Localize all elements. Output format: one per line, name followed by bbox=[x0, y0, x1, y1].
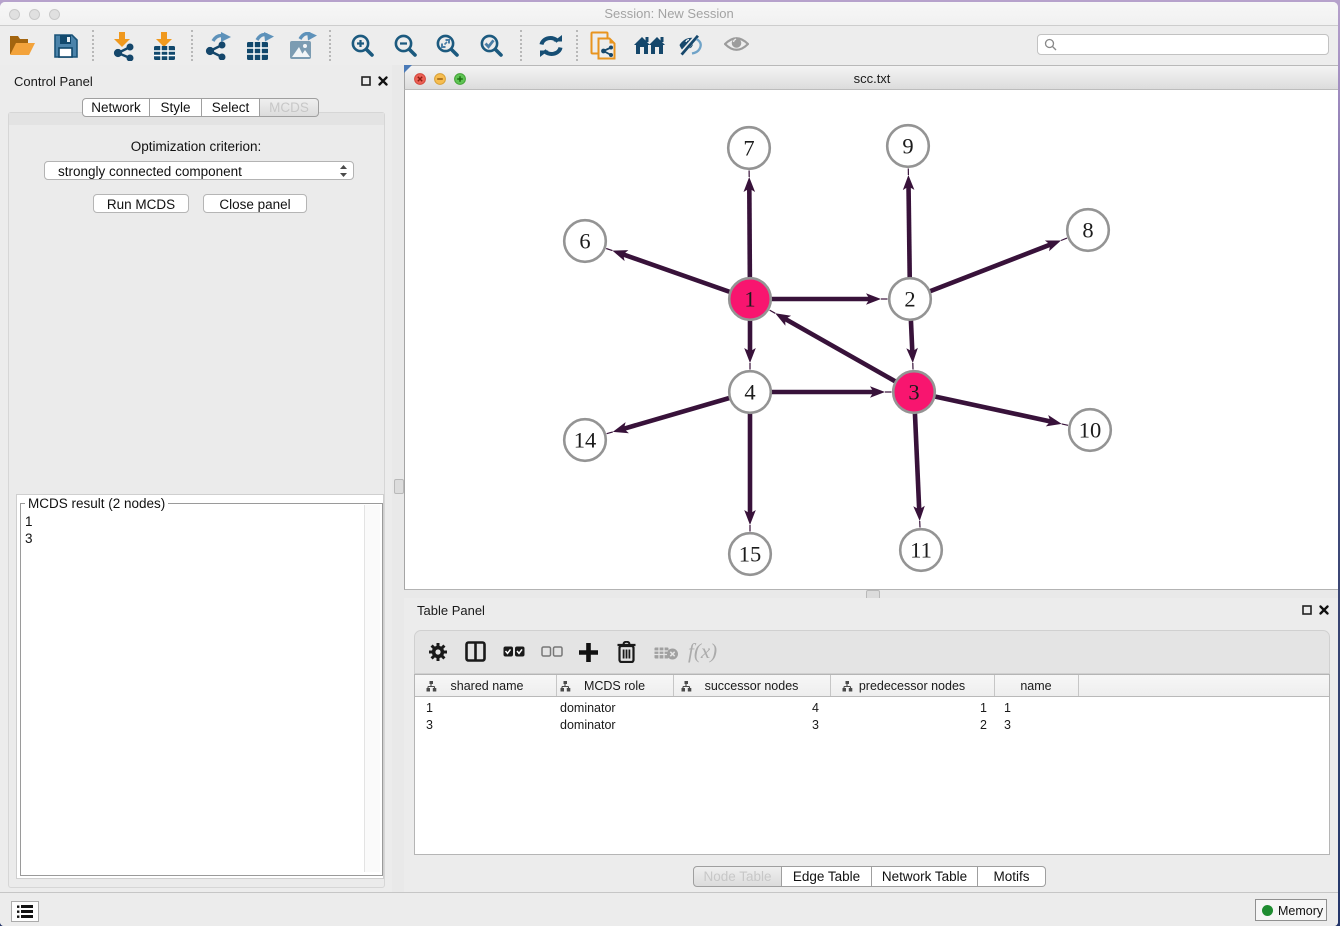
svg-text:8: 8 bbox=[1082, 218, 1093, 243]
svg-text:15: 15 bbox=[739, 542, 762, 567]
svg-text:9: 9 bbox=[902, 134, 913, 159]
svg-text:14: 14 bbox=[574, 428, 597, 453]
svg-text:1: 1 bbox=[744, 287, 755, 312]
svg-text:7: 7 bbox=[743, 136, 754, 161]
svg-text:3: 3 bbox=[908, 380, 919, 405]
svg-text:11: 11 bbox=[910, 538, 932, 563]
svg-text:6: 6 bbox=[579, 229, 590, 254]
svg-text:2: 2 bbox=[904, 287, 915, 312]
svg-text:4: 4 bbox=[744, 380, 755, 405]
svg-text:10: 10 bbox=[1079, 418, 1102, 443]
